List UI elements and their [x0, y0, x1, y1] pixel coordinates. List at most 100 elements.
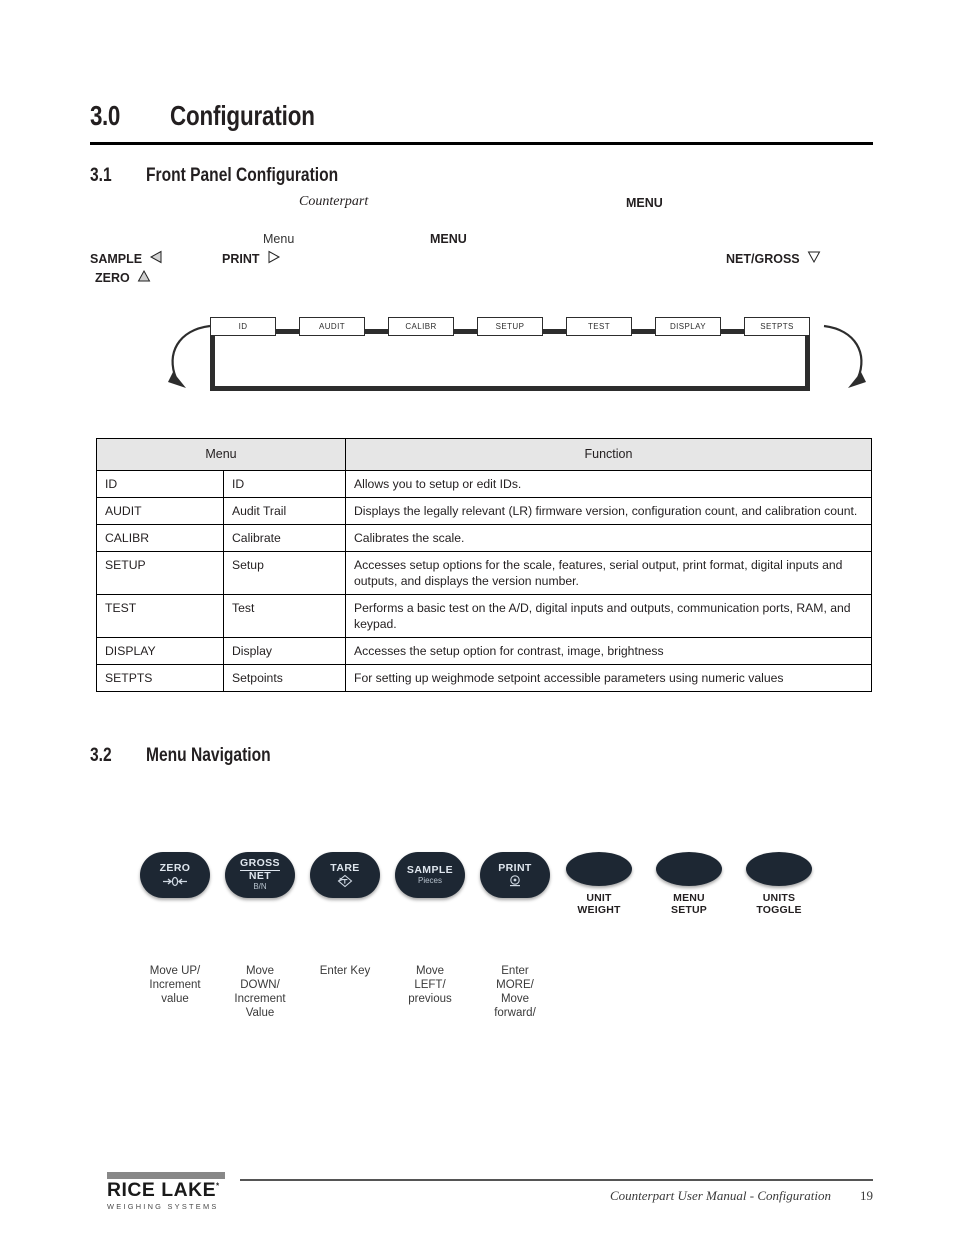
down-triangle-icon [807, 250, 821, 267]
table-cell-code: TEST [96, 593, 224, 639]
heading-rule [90, 142, 873, 145]
key-mention-zero: ZERO [95, 269, 151, 286]
caption-sample: Move LEFT/previous [408, 965, 452, 1006]
zero-key[interactable]: ZERO [140, 852, 210, 898]
menu-setup-line2: SETUP [670, 904, 707, 917]
table-cell-name: Display [223, 637, 346, 666]
key-mention-zero-label: ZERO [95, 270, 130, 285]
table-header-function: Function [345, 438, 872, 471]
units-toggle-key[interactable]: UNITS TOGGLE [745, 852, 813, 916]
zero-key-label: ZERO [159, 861, 191, 874]
flow-box-display[interactable]: DISPLAY [655, 317, 721, 336]
table-cell-function: Accesses setup options for the scale, fe… [345, 550, 872, 595]
gross-net-key-sublabel: B/N [253, 882, 267, 892]
table-cell-function: Calibrates the scale. [345, 523, 872, 552]
flow-box-id[interactable]: ID [210, 317, 276, 336]
rice-lake-logo: RICE LAKE* WEIGHING SYSTEMS [107, 1172, 235, 1211]
flow-box-setpts[interactable]: SETPTS [744, 317, 810, 336]
units-toggle-key-label: UNITS TOGGLE [756, 892, 801, 916]
table-row: ID ID Allows you to setup or edit IDs. [96, 469, 872, 498]
table-cell-function: Displays the legally relevant (LR) firmw… [345, 496, 872, 525]
footer-page-number: 19 [860, 1188, 873, 1203]
menu-setup-key[interactable]: MENU SETUP [655, 852, 723, 916]
table-cell-name: Calibrate [223, 523, 346, 552]
table-cell-function: For setting up weighmode setpoint access… [345, 664, 872, 693]
table-cell-name: Setup [223, 550, 346, 595]
section-heading: 3.0 Configuration [90, 100, 870, 132]
flow-box-calibr[interactable]: CALIBR [388, 317, 454, 336]
sample-key-label: SAMPLE [406, 863, 454, 876]
table-cell-name: Setpoints [223, 664, 346, 693]
section-number: 3.0 [90, 100, 120, 131]
subsection-title-3-1: Front Panel Configuration [146, 165, 339, 186]
right-triangle-icon [267, 250, 281, 267]
unit-weight-key[interactable]: UNIT WEIGHT [565, 852, 633, 916]
key-mention-sample: SAMPLE [90, 250, 163, 267]
menu-setup-line1: MENU [673, 892, 705, 904]
tare-diamond-icon [337, 874, 353, 888]
curved-arrow-right-icon [823, 324, 866, 388]
table-cell-function: Performs a basic test on the A/D, digita… [345, 593, 872, 639]
logo-brand-name: RICE LAKE* [107, 1181, 238, 1200]
menu-setup-key-shape[interactable] [656, 852, 722, 886]
gross-net-key[interactable]: GROSS NET B/N [225, 852, 295, 898]
key-mention-net-gross: NET/GROSS [726, 250, 821, 267]
logo-brand-subtitle: WEIGHING SYSTEMS [107, 1202, 219, 1211]
subsection-heading-3-2: 3.2 Menu Navigation [90, 745, 298, 767]
left-triangle-icon [149, 250, 163, 267]
units-toggle-line1: UNITS [762, 892, 796, 904]
table-row: AUDIT Audit Trail Displays the legally r… [96, 496, 872, 525]
tare-key-label: TARE [330, 861, 360, 874]
print-key[interactable]: PRINT [480, 852, 550, 898]
primary-key-row: ZERO GROSS NET B/N TARE SAMPLE Pieces PR… [140, 852, 550, 898]
key-mention-sample-label: SAMPLE [90, 251, 143, 266]
caption-print: Enter MORE/Move forward/ [494, 965, 536, 1020]
flow-box-test[interactable]: TEST [566, 317, 632, 336]
key-mention-net-gross-label: NET/GROSS [726, 251, 800, 266]
unit-weight-key-shape[interactable] [566, 852, 632, 886]
table-cell-function: Accesses the setup option for contrast, … [345, 637, 872, 666]
logo-trademark: * [216, 1181, 220, 1191]
product-name-text: Counterpart [299, 194, 369, 209]
tare-key[interactable]: TARE [310, 852, 380, 898]
table-cell-code: ID [96, 469, 224, 498]
table-header-row: Menu Function [96, 438, 872, 471]
unit-weight-key-label: UNIT WEIGHT [577, 892, 620, 916]
flow-box-setup[interactable]: SETUP [477, 317, 543, 336]
unit-weight-line2: WEIGHT [577, 904, 621, 917]
caption-gross-net: Move DOWN/Increment Value [234, 965, 286, 1020]
key-mention-print: PRINT [222, 250, 281, 267]
table-cell-name: Test [223, 593, 346, 639]
keypad-diagram: ZERO GROSS NET B/N TARE SAMPLE Pieces PR… [140, 852, 840, 1042]
caption-tare: Enter Key [319, 965, 371, 977]
table-row: DISPLAY Display Accesses the setup optio… [96, 637, 872, 666]
flow-box-list: ID AUDIT CALIBR SETUP TEST DISPLAY SETPT… [210, 317, 810, 347]
footer-manual-text: Counterpart User Manual - Configuration [609, 1188, 831, 1203]
print-key-label: PRINT [498, 861, 532, 874]
subsection-number-3-2: 3.2 [90, 745, 112, 766]
table-cell-name: Audit Trail [223, 496, 346, 525]
table-header-menu: Menu [96, 438, 346, 471]
table-cell-code: DISPLAY [96, 637, 224, 666]
table-row: SETUP Setup Accesses setup options for t… [96, 550, 872, 595]
table-cell-name: ID [223, 469, 346, 498]
table-row: TEST Test Performs a basic test on the A… [96, 593, 872, 639]
logo-brand-text: RICE LAKE [107, 1180, 217, 1201]
table-cell-code: AUDIT [96, 496, 224, 525]
unit-weight-line1: UNIT [586, 892, 612, 904]
caption-zero: Move UP/Increment value [149, 965, 201, 1006]
print-icon [507, 875, 523, 887]
menu-word-text: Menu [263, 232, 295, 246]
flow-box-audit[interactable]: AUDIT [299, 317, 365, 336]
menu-setup-key-label: MENU SETUP [671, 892, 707, 916]
sample-key[interactable]: SAMPLE Pieces [395, 852, 465, 898]
units-toggle-key-shape[interactable] [746, 852, 812, 886]
zero-arrows-icon [160, 875, 190, 887]
key-caption-row: Move UP/Increment value Move DOWN/Incremen… [140, 964, 550, 1020]
secondary-key-row: UNIT WEIGHT MENU SETUP UNITS TOGGLE [565, 852, 813, 916]
section-title: Configuration [170, 100, 315, 131]
sample-key-sublabel: Pieces [417, 875, 442, 885]
key-mention-print-label: PRINT [222, 251, 260, 266]
units-toggle-line2: TOGGLE [756, 904, 802, 917]
table-row: CALIBR Calibrate Calibrates the scale. [96, 523, 872, 552]
